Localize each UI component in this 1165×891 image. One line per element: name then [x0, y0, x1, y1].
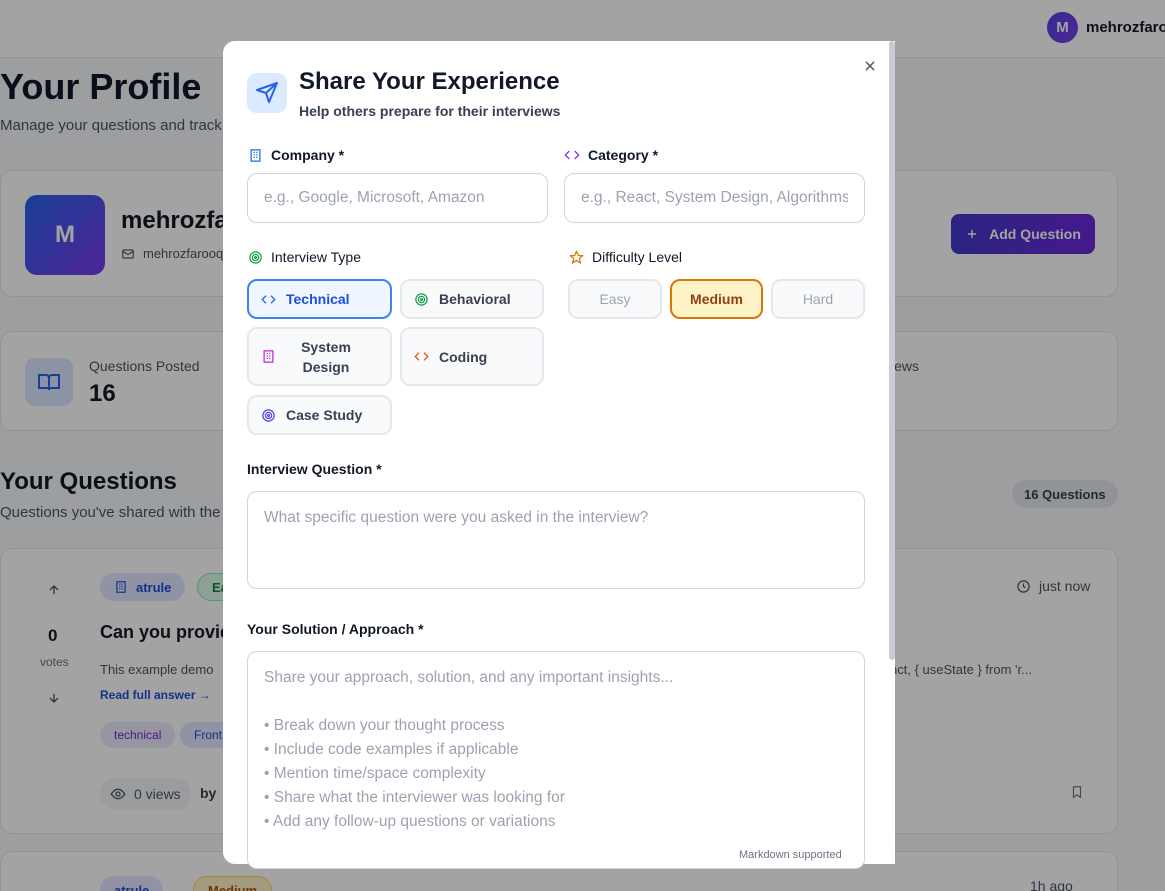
target-icon	[247, 249, 263, 265]
send-icon	[256, 82, 278, 103]
interview-type-case-study[interactable]: Case Study	[247, 395, 392, 435]
interview-type-system-design-label: System Design	[301, 338, 351, 375]
code-icon	[261, 294, 276, 304]
close-button[interactable]	[860, 56, 880, 76]
interview-type-label-text: Interview Type	[271, 249, 362, 265]
category-label-text: Category *	[588, 147, 659, 163]
interview-type-case-study-label: Case Study	[286, 407, 363, 423]
interview-type-label: Interview Type	[247, 249, 361, 265]
category-input[interactable]	[564, 173, 865, 223]
interview-type-coding-label: Coding	[439, 348, 488, 365]
difficulty-hard[interactable]: Hard	[771, 279, 865, 319]
difficulty-label-text: Difficulty Level	[592, 249, 683, 265]
interview-type-technical-label: Technical	[286, 291, 350, 307]
modal-header-icon	[247, 73, 287, 113]
difficulty-label: Difficulty Level	[568, 249, 682, 265]
interview-type-coding[interactable]: Coding	[400, 327, 544, 386]
company-label-text: Company *	[271, 147, 345, 163]
close-icon	[865, 61, 875, 71]
interview-type-technical[interactable]: Technical	[247, 279, 392, 319]
interview-type-system-design[interactable]: System Design	[247, 327, 392, 386]
target-icon	[262, 408, 275, 422]
building-icon	[247, 147, 263, 163]
code-icon	[414, 352, 429, 361]
interview-question-input[interactable]	[247, 491, 865, 589]
markdown-note: Markdown supported	[739, 849, 842, 861]
interview-question-label: Interview Question *	[247, 461, 382, 477]
building-icon	[263, 350, 274, 363]
target-icon	[415, 292, 428, 306]
solution-label: Your Solution / Approach *	[247, 621, 424, 637]
category-label: Category *	[564, 147, 658, 163]
star-icon	[568, 249, 584, 265]
modal-scrollbar[interactable]	[889, 41, 895, 660]
code-icon	[564, 147, 580, 163]
company-input[interactable]	[247, 173, 548, 223]
interview-type-behavioral-label: Behavioral	[439, 291, 511, 307]
difficulty-medium[interactable]: Medium	[670, 279, 763, 319]
interview-type-behavioral[interactable]: Behavioral	[400, 279, 544, 319]
company-label: Company *	[247, 147, 344, 163]
solution-input[interactable]	[247, 651, 865, 869]
modal-title: Share Your Experience	[299, 68, 560, 95]
modal-subtitle: Help others prepare for their interviews	[299, 103, 561, 119]
difficulty-easy[interactable]: Easy	[568, 279, 662, 319]
